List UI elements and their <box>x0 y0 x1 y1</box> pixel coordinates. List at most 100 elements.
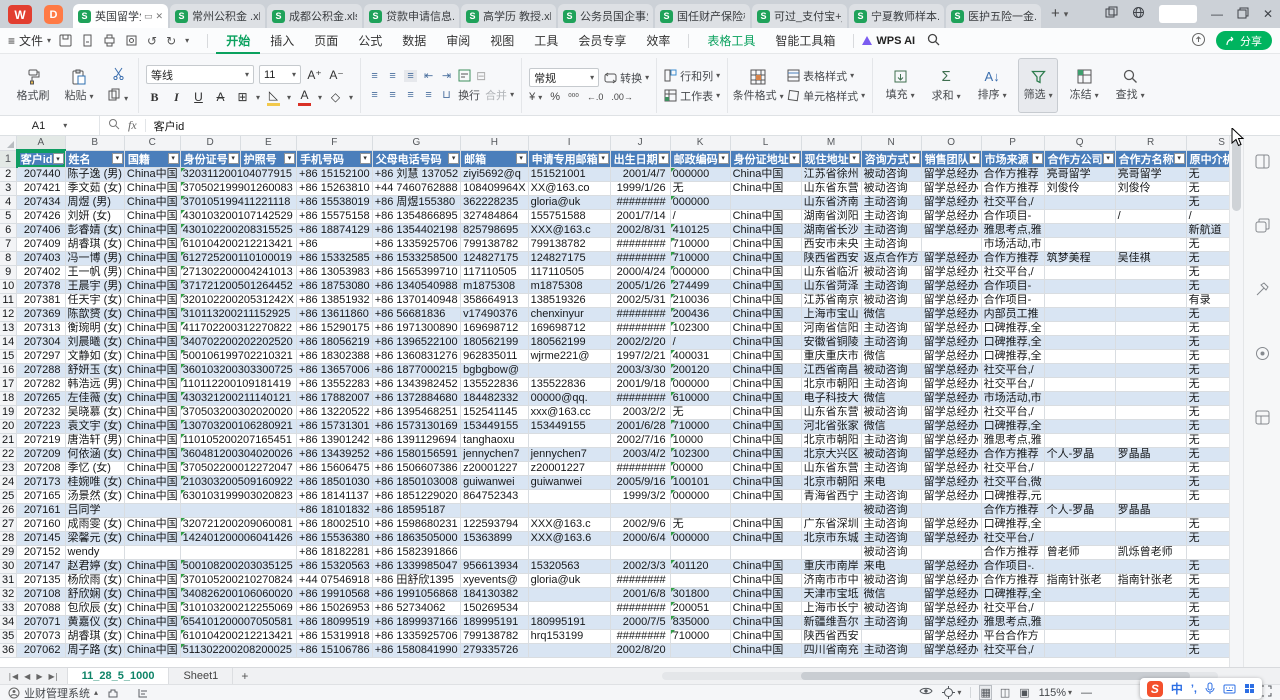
cell[interactable]: 留学总经办 <box>921 448 981 462</box>
cell[interactable]: 口碑推荐,全 <box>981 588 1044 602</box>
cell[interactable]: +86 15152100 <box>297 168 373 182</box>
cell[interactable]: +86 1360831276 <box>372 350 460 364</box>
cell[interactable]: +86 1396522100 <box>372 336 460 350</box>
cell[interactable]: 舒欣娴 (女) <box>65 588 124 602</box>
cell[interactable]: +86 1340540988 <box>372 280 460 294</box>
cell[interactable]: +86 13220522 <box>297 406 373 420</box>
cell[interactable]: 亮哥留学 <box>1115 168 1186 182</box>
row-number[interactable]: 31 <box>0 574 17 588</box>
output-icon[interactable] <box>81 34 94 47</box>
cell[interactable]: 留学总经办 <box>921 420 981 434</box>
tab-smart-toolbox[interactable]: 智能工具箱 <box>765 28 845 54</box>
cell-style-button[interactable]: 单元格样式 ▾ <box>787 88 865 104</box>
header-cell-C[interactable]: 国籍▾ <box>124 150 180 168</box>
cell[interactable]: China中国 <box>730 168 801 182</box>
column-header-E[interactable]: E <box>240 136 296 150</box>
cell[interactable]: 主动咨询 <box>861 196 921 210</box>
increase-font-icon[interactable]: A⁺ <box>306 66 323 83</box>
first-sheet-icon[interactable]: ∣◀ <box>8 672 18 681</box>
cell[interactable]: 口碑推荐,元 <box>981 490 1044 504</box>
cell[interactable]: 市场活动,市 <box>981 392 1044 406</box>
cell[interactable]: 主动咨询 <box>861 378 921 392</box>
pane-icon[interactable] <box>1255 154 1270 172</box>
wrap-text-button[interactable] <box>458 69 471 82</box>
cell[interactable]: 207173 <box>17 476 65 490</box>
print-icon[interactable] <box>103 34 116 47</box>
filter-dropdown-button[interactable]: ▾ <box>168 153 179 164</box>
cell[interactable]: China中国 <box>124 238 180 252</box>
filter-dropdown-button[interactable]: ▾ <box>969 153 980 164</box>
menu-tab-开始[interactable]: 开始 <box>216 28 260 54</box>
cell[interactable]: China中国 <box>730 532 801 546</box>
new-tab-button[interactable]: + <box>1051 5 1060 22</box>
cell[interactable]: ziyi5692@q <box>461 168 528 182</box>
cell[interactable]: 主动咨询 <box>861 490 921 504</box>
cell[interactable]: 主动咨询 <box>861 336 921 350</box>
filter-button[interactable]: 筛选 ▾ <box>1018 58 1058 113</box>
column-header-J[interactable]: J <box>610 136 670 150</box>
outline-icon[interactable] <box>137 687 149 699</box>
cell[interactable]: 500106199702210321 <box>180 350 296 364</box>
cell[interactable]: 2002/2/20 <box>610 336 670 350</box>
filter-dropdown-button[interactable]: ▾ <box>598 153 609 164</box>
cell[interactable]: 主动咨询 <box>861 224 921 238</box>
cell[interactable]: 2002/8/31 <box>610 224 670 238</box>
row-number[interactable]: 23 <box>0 462 17 476</box>
row-number[interactable]: 20 <box>0 420 17 434</box>
cell[interactable]: 189995191 <box>461 616 528 630</box>
cell[interactable]: 000000 <box>670 196 730 210</box>
name-box[interactable]: A1▾ <box>0 116 100 135</box>
cell[interactable]: 1999/1/26 <box>610 182 670 196</box>
globe-icon[interactable] <box>1132 6 1145 22</box>
cell[interactable]: 留学总经办 <box>921 644 981 658</box>
cell[interactable]: guiwanwei <box>528 476 610 490</box>
cell[interactable]: 207088 <box>17 602 65 616</box>
cell[interactable]: 207160 <box>17 518 65 532</box>
cell[interactable]: 00000@qq. <box>528 392 610 406</box>
justify-icon[interactable]: ≡ <box>422 89 435 101</box>
header-cell-P[interactable]: 市场来源▾ <box>981 150 1044 168</box>
cell[interactable]: China中国 <box>730 364 801 378</box>
cell[interactable]: 2001/4/7 <box>610 168 670 182</box>
cell[interactable]: jennychen7 <box>461 448 528 462</box>
header-cell-O[interactable]: 销售团队▾ <box>921 150 981 168</box>
row-number[interactable]: 35 <box>0 630 17 644</box>
cell[interactable]: 被动咨询 <box>861 546 921 560</box>
cell[interactable] <box>528 588 610 602</box>
cell[interactable] <box>1044 532 1115 546</box>
bold-button[interactable]: B <box>146 89 163 106</box>
row-number[interactable]: 6 <box>0 224 17 238</box>
cell[interactable]: China中国 <box>730 350 801 364</box>
cell[interactable]: +86 1899937166 <box>372 616 460 630</box>
cell[interactable]: 左佳薇 (女) <box>65 392 124 406</box>
wrap-label[interactable]: 换行 <box>458 87 480 103</box>
cell[interactable]: 10000 <box>670 434 730 448</box>
cell[interactable] <box>1115 308 1186 322</box>
cell[interactable]: 留学总经办 <box>921 462 981 476</box>
cell[interactable] <box>1115 602 1186 616</box>
cell[interactable]: +86 15536380 <box>297 532 373 546</box>
cell[interactable]: 00000 <box>670 462 730 476</box>
header-cell-H[interactable]: 邮箱▾ <box>461 150 528 168</box>
cell[interactable]: 207403 <box>17 252 65 266</box>
cell[interactable]: 169698712 <box>528 322 610 336</box>
cell[interactable]: China中国 <box>124 644 180 658</box>
cell[interactable]: m1875308 <box>528 280 610 294</box>
cell[interactable]: 吴晓慕 (女) <box>65 406 124 420</box>
column-header-L[interactable]: L <box>730 136 801 150</box>
cell[interactable]: 主动咨询 <box>861 280 921 294</box>
row-number[interactable]: 27 <box>0 518 17 532</box>
cell[interactable] <box>1044 420 1115 434</box>
menu-tab-会员专享[interactable]: 会员专享 <box>568 28 636 54</box>
filter-dropdown-button[interactable]: ▾ <box>1174 153 1185 164</box>
cell[interactable]: 2001/7/14 <box>610 210 670 224</box>
cell[interactable]: 2001/6/8 <box>610 588 670 602</box>
cell[interactable]: 留学总经办 <box>921 602 981 616</box>
cell[interactable]: 710000 <box>670 252 730 266</box>
cell[interactable]: 362228235 <box>461 196 528 210</box>
cell[interactable]: 610104200212213421 <box>180 630 296 644</box>
cell[interactable]: 401120 <box>670 560 730 574</box>
cell[interactable]: +86 1991056868 <box>372 588 460 602</box>
cell[interactable]: 180562199 <box>461 336 528 350</box>
cell[interactable]: 2003/3/30 <box>610 364 670 378</box>
